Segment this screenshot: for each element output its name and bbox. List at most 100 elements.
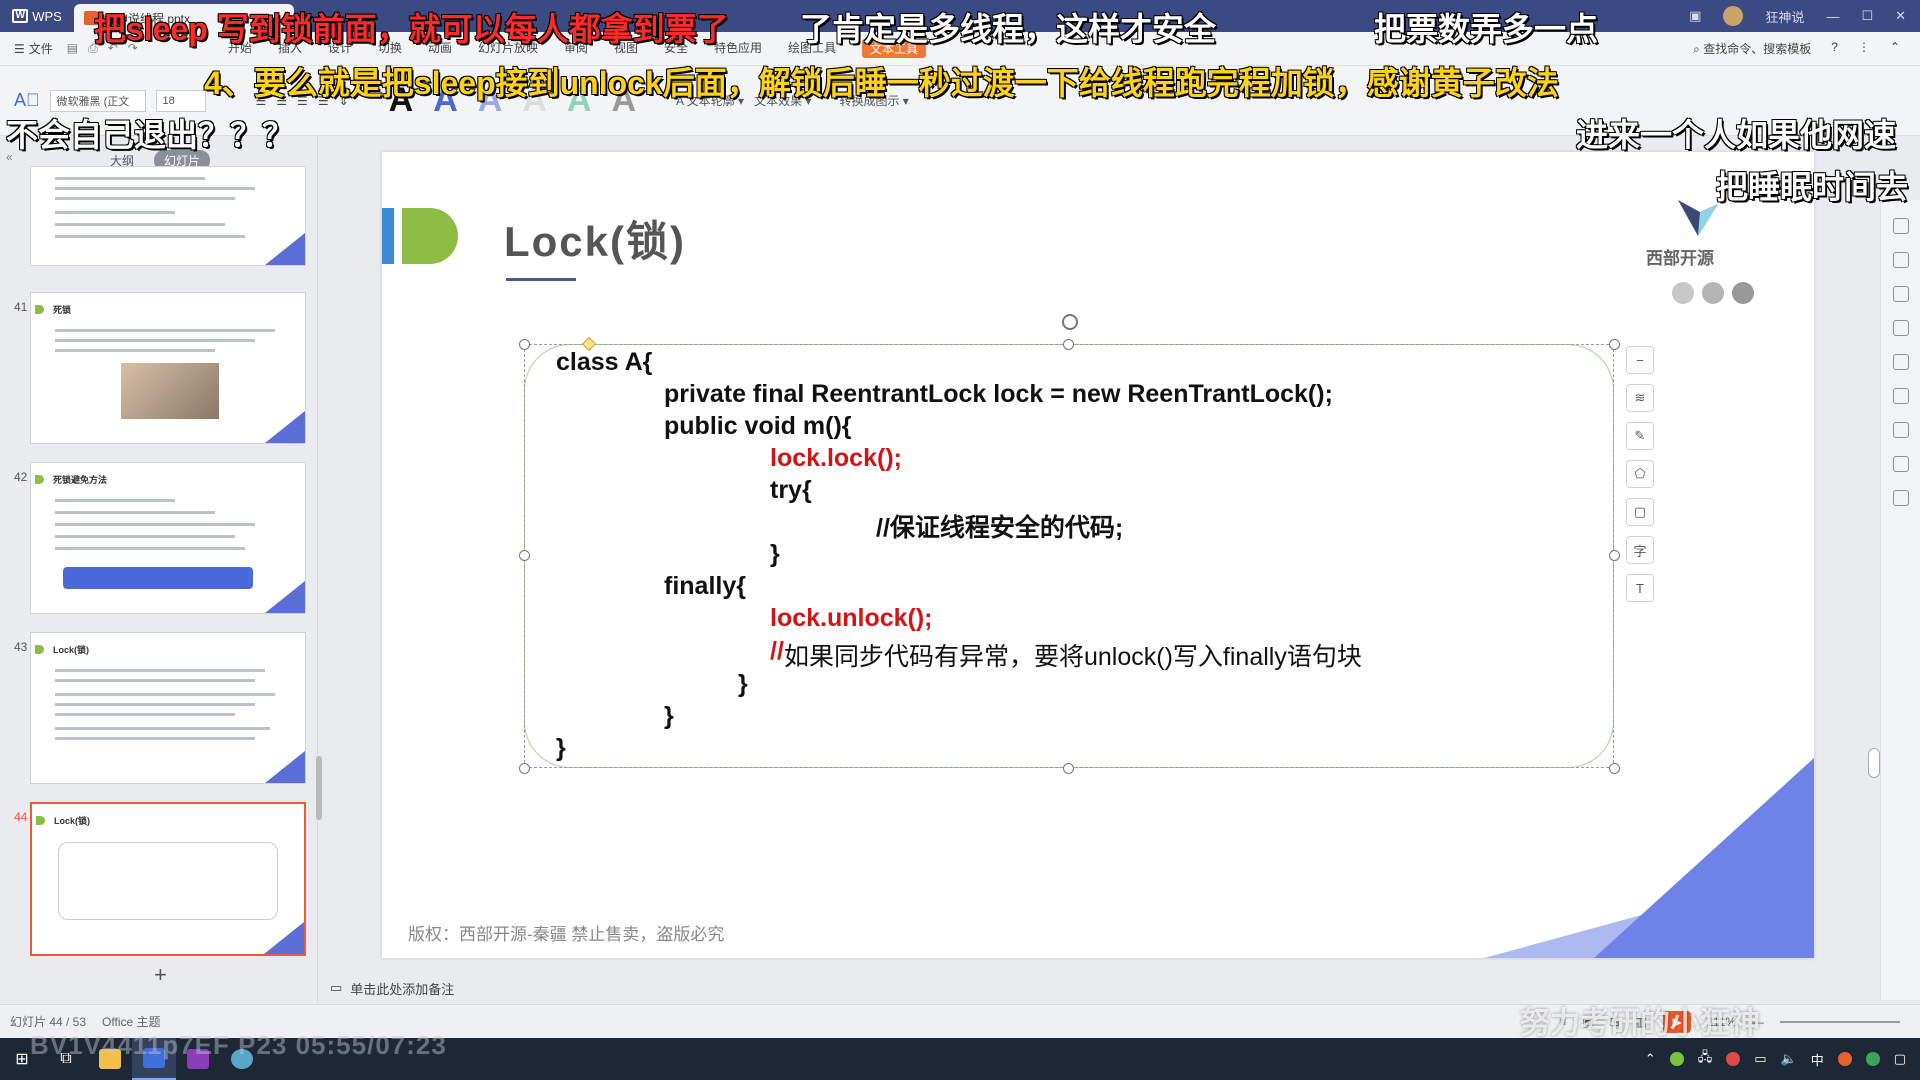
slide-title[interactable]: Lock(锁) <box>504 208 686 269</box>
title-accent-bar <box>382 208 394 264</box>
notification-icon[interactable]: ▢ <box>1894 1051 1906 1067</box>
resize-handle[interactable] <box>519 339 530 350</box>
minimize-icon[interactable]: — <box>1826 9 1839 24</box>
sidebar-help-icon[interactable] <box>1892 490 1909 506</box>
help-icon[interactable]: ? <box>1831 40 1838 57</box>
save-icon[interactable]: ▤ <box>67 41 78 56</box>
resize-handle[interactable] <box>1063 763 1074 774</box>
slide-thumbnail[interactable]: Lock(锁) <box>30 632 306 784</box>
danmaku-comment: 4、要么就是把sleep接到unlock后面，解锁后睡一秒过渡一下给线程跑完程加… <box>204 65 1560 102</box>
resize-handle[interactable] <box>1063 339 1074 350</box>
rotate-handle[interactable] <box>1062 314 1078 330</box>
code-line[interactable]: } <box>738 670 748 699</box>
code-line[interactable]: } <box>556 734 566 763</box>
slide-scrollbar[interactable] <box>1868 748 1880 778</box>
frame-icon[interactable]: ▢ <box>1626 498 1654 526</box>
sidebar-settings-icon[interactable] <box>1892 218 1909 234</box>
decor-dot <box>1702 282 1724 304</box>
code-line[interactable]: finally{ <box>664 572 746 601</box>
font-name-select[interactable]: 微软雅黑 (正文 <box>49 89 146 112</box>
collapse-ribbon-icon[interactable]: ⌃ <box>1890 40 1900 57</box>
danmaku-comment: 不会自己退出？？？ <box>5 117 295 154</box>
sidebar-share-icon[interactable] <box>1892 354 1909 370</box>
maximize-icon[interactable]: ☐ <box>1861 8 1873 24</box>
search-command[interactable]: ⌕ 查找命令、搜索模板 <box>1693 40 1811 57</box>
pen-icon[interactable]: ✎ <box>1626 422 1654 450</box>
uploader-watermark: 努力考研的小狂神 <box>1520 1007 1760 1040</box>
close-icon[interactable]: ✕ <box>1895 8 1906 24</box>
sidebar-star-icon[interactable] <box>1892 286 1909 302</box>
system-tray: ⌃ 🖧 ▭ 🔈 中 ▢ <box>1645 1048 1920 1070</box>
network-icon[interactable]: 🖧 <box>1698 1048 1713 1070</box>
resize-handle[interactable] <box>1609 339 1620 350</box>
thumb-number: 43 <box>14 640 28 654</box>
code-line[interactable]: class A{ <box>556 348 652 377</box>
shape-icon[interactable]: ⬠ <box>1626 460 1654 488</box>
slide-thumbnail[interactable] <box>30 166 306 266</box>
code-line[interactable]: try{ <box>770 476 812 505</box>
ime-icon[interactable]: 中 <box>1811 1050 1824 1069</box>
text-box-tool-icon[interactable]: A⃞ <box>14 90 40 111</box>
text-box-icon[interactable]: T <box>1626 574 1654 602</box>
code-comment[interactable]: //保证线程安全的代码; <box>876 508 1123 544</box>
title-bar-right: ▣ 狂神说 — ☐ ✕ <box>1689 6 1920 26</box>
slide-thumbnail[interactable]: 死锁避免方法 <box>30 462 306 614</box>
title-underline <box>506 278 576 281</box>
menu-right: ⌕ 查找命令、搜索模板 ? ⋮ ⌃ <box>1693 40 1920 57</box>
code-comment-slash[interactable]: // <box>770 637 784 666</box>
font-size-select[interactable]: 18 <box>155 89 206 112</box>
sidebar-audio-icon[interactable] <box>1892 422 1909 438</box>
notes-placeholder[interactable]: 单击此处添加备注 <box>350 979 454 998</box>
battery-icon[interactable]: ▭ <box>1754 1051 1766 1067</box>
resize-handle[interactable] <box>519 550 530 561</box>
thumb-highlight-box <box>63 567 253 589</box>
search-command-label: 查找命令、搜索模板 <box>1703 42 1812 56</box>
brand-logo-icon <box>1678 200 1718 236</box>
tray-app-icon[interactable] <box>1669 1052 1684 1066</box>
app-name: WPS <box>32 8 62 24</box>
code-line-unlock[interactable]: lock.unlock(); <box>770 604 933 633</box>
code-line[interactable]: } <box>664 702 674 731</box>
danmaku-comment: 把睡眠时间去 <box>1715 169 1909 206</box>
sidebar-image-icon[interactable] <box>1892 388 1909 404</box>
code-line-lock[interactable]: lock.lock(); <box>770 444 902 473</box>
code-comment[interactable]: 如果同步代码有异常，要将unlock()写入finally语句块 <box>784 637 1362 673</box>
title-accent-shape <box>402 208 458 264</box>
user-name[interactable]: 狂神说 <box>1765 7 1804 26</box>
volume-icon[interactable]: 🔈 <box>1781 1051 1797 1067</box>
code-line[interactable]: } <box>770 540 780 569</box>
resize-handle[interactable] <box>519 763 530 774</box>
layers-icon[interactable]: ≋ <box>1626 384 1654 412</box>
tray-record-icon[interactable] <box>1726 1052 1741 1066</box>
slide-canvas[interactable]: Lock(锁) 西部开源 class A{ private final Reen… <box>382 152 1814 958</box>
tray-wps-icon[interactable] <box>1837 1052 1852 1066</box>
tray-security-icon[interactable] <box>1865 1052 1880 1066</box>
add-slide-button[interactable]: + <box>154 962 167 988</box>
sidebar-archive-icon[interactable] <box>1892 320 1909 336</box>
thumb-title: 死锁避免方法 <box>53 475 108 485</box>
char-button[interactable]: 字 <box>1626 536 1654 564</box>
slide-counter: 幻灯片 44 / 53 <box>10 1015 87 1029</box>
collapse-toolbar-icon[interactable]: − <box>1626 346 1654 374</box>
user-avatar[interactable] <box>1723 6 1744 26</box>
tray-expand-icon[interactable]: ⌃ <box>1645 1051 1656 1067</box>
slide-thumbnail[interactable]: 死锁 <box>30 292 306 444</box>
file-menu[interactable]: ☰ 文件 <box>0 40 67 57</box>
thumb-decoration <box>265 233 305 265</box>
right-sidebar <box>1880 200 1920 1000</box>
sidebar-history-icon[interactable] <box>1892 456 1909 472</box>
zoom-slider[interactable] <box>1780 1020 1900 1023</box>
sidebar-copy-icon[interactable] <box>1892 252 1909 268</box>
thumb-code-box <box>58 842 278 920</box>
slide-thumbnail-selected[interactable]: Lock(锁) <box>30 802 306 956</box>
window-mode-icon[interactable]: ▣ <box>1689 8 1701 24</box>
decor-triangle <box>1594 758 1814 958</box>
danmaku-comment: 进来一个人如果他网速 <box>1575 117 1897 154</box>
code-line[interactable]: public void m(){ <box>664 412 852 441</box>
more-icon[interactable]: ⋮ <box>1858 40 1870 57</box>
notes-area[interactable]: ▭ 单击此处添加备注 <box>330 976 1890 1000</box>
resize-handle[interactable] <box>1609 550 1620 561</box>
panel-scrollbar[interactable] <box>316 756 322 820</box>
wps-home-tab[interactable]: W WPS <box>0 0 74 32</box>
code-line[interactable]: private final ReentrantLock lock = new R… <box>664 380 1333 409</box>
